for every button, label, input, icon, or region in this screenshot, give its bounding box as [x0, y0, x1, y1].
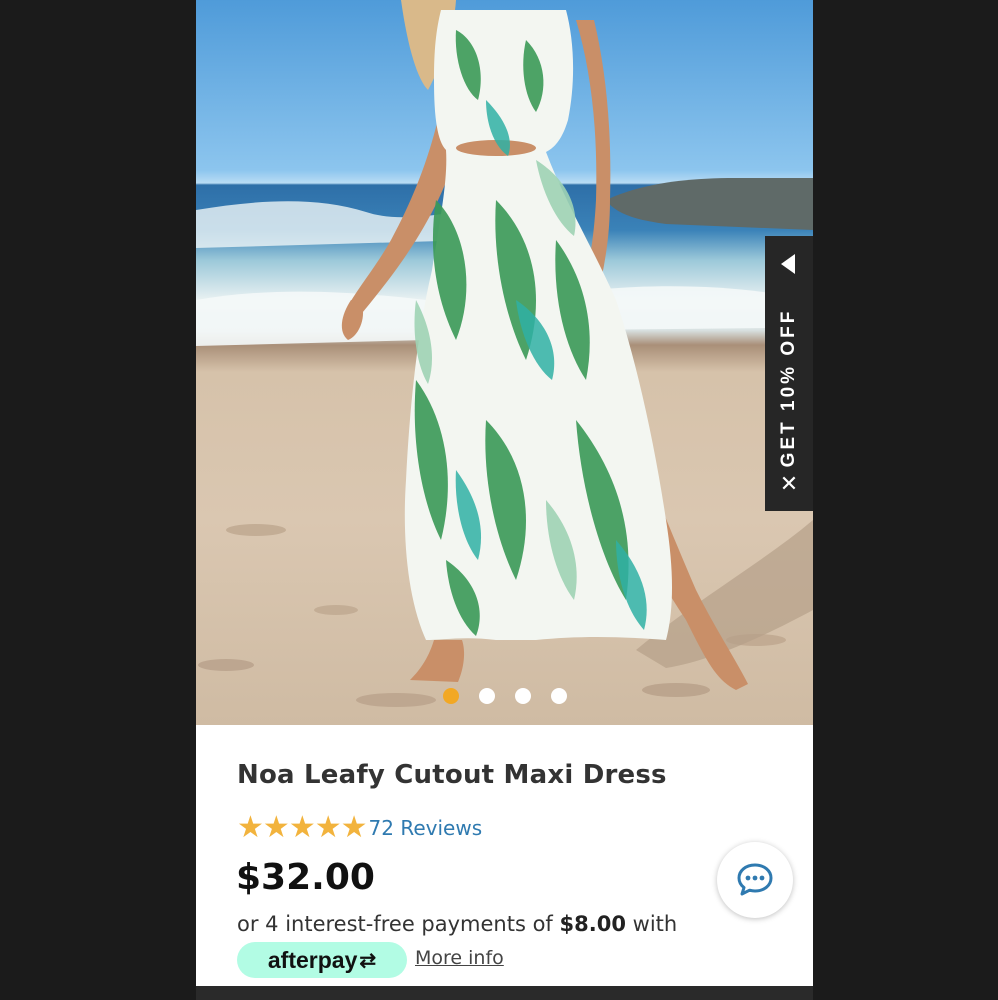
product-photo	[196, 0, 813, 707]
product-title: Noa Leafy Cutout Maxi Dress	[237, 760, 667, 790]
bottom-bar	[196, 986, 813, 1000]
star-icon: ★	[288, 810, 316, 845]
triangle-left-icon	[781, 254, 795, 274]
close-icon[interactable]: ✕	[765, 472, 813, 498]
installment-amount: $8.00	[559, 912, 626, 936]
product-image-carousel[interactable]: GET 10% OFF ✕	[196, 0, 813, 725]
rating-stars: ★ ★ ★ ★ ★ 72 Reviews	[237, 812, 482, 844]
carousel-pagination	[196, 688, 813, 704]
afterpay-arrows-icon: ⇄	[359, 949, 377, 972]
reviews-link[interactable]: 72 Reviews	[369, 816, 483, 840]
star-icon: ★	[262, 810, 290, 845]
carousel-dot-2[interactable]	[478, 688, 495, 704]
carousel-dot-3[interactable]	[514, 688, 531, 704]
carousel-dot-4[interactable]	[550, 688, 567, 704]
installments-text: or 4 interest-free payments of $8.00 wit…	[237, 912, 677, 936]
star-icon: ★	[340, 810, 368, 845]
product-price: $32.00	[236, 857, 375, 898]
chat-bubble-icon	[737, 863, 773, 896]
chat-button[interactable]	[717, 842, 793, 918]
installments-suffix: with	[632, 912, 678, 936]
get-discount-tab[interactable]: GET 10% OFF ✕	[765, 236, 813, 511]
star-icon: ★	[237, 810, 264, 845]
carousel-dot-1[interactable]	[442, 688, 459, 704]
installments-prefix: or 4 interest-free payments of	[237, 912, 553, 936]
more-info-link[interactable]: More info	[415, 947, 504, 969]
afterpay-label: afterpay	[267, 946, 358, 973]
promo-label: GET 10% OFF	[778, 308, 799, 468]
afterpay-badge[interactable]: afterpay ⇄	[237, 942, 407, 978]
star-icon: ★	[314, 810, 342, 845]
product-page: GET 10% OFF ✕ Noa Leafy Cutout Maxi Dres…	[196, 0, 813, 1000]
